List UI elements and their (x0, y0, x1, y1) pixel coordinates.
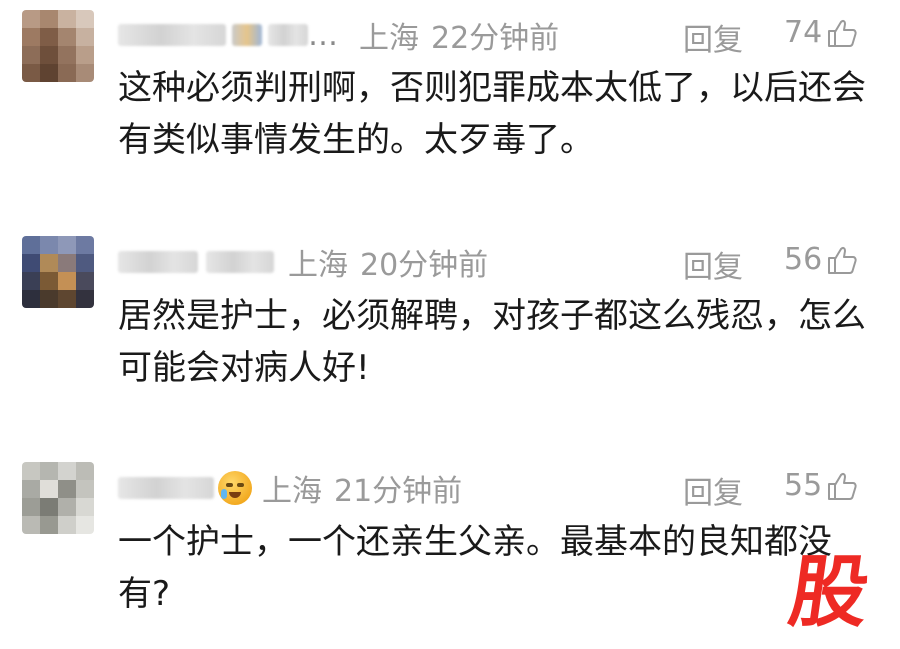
location-label: 上海 (359, 21, 419, 56)
watermark-logo: 股 (783, 548, 875, 638)
like-button[interactable]: 55 (784, 468, 858, 503)
avatar[interactable] (22, 462, 94, 534)
like-button[interactable]: 74 (784, 15, 858, 50)
timestamp: 21分钟前 (334, 474, 463, 509)
like-count: 55 (784, 468, 823, 503)
username-badge (232, 24, 262, 46)
like-button[interactable]: 56 (784, 242, 858, 277)
reply-button[interactable]: 回复 (683, 468, 743, 512)
reply-button[interactable]: 回复 (683, 242, 743, 286)
thumbs-up-icon (828, 246, 857, 274)
like-count: 74 (784, 15, 823, 50)
location-label: 上海 (288, 248, 348, 283)
like-count: 56 (784, 242, 823, 277)
username[interactable] (118, 477, 214, 499)
crying-laughing-emoji-icon (218, 471, 252, 505)
comment-meta: 上海 20分钟前 (118, 242, 489, 283)
avatar[interactable] (22, 10, 94, 82)
thumbs-up-icon (828, 19, 857, 47)
comment-meta: … 上海 22分钟前 (118, 15, 560, 56)
timestamp: 22分钟前 (431, 21, 560, 56)
comment-text: 一个护士，一个还亲生父亲。最基本的良知都没有? (118, 522, 832, 614)
username (268, 24, 308, 46)
username[interactable] (118, 24, 226, 46)
timestamp: 20分钟前 (360, 248, 489, 283)
thumbs-up-icon (828, 472, 857, 500)
location-label: 上海 (262, 474, 322, 509)
comment-meta: 上海 21分钟前 (118, 468, 463, 509)
comment-text: 居然是护士，必须解聘，对孩子都这么残忍，怎么可能会对病人好! (118, 296, 866, 388)
comment-text: 这种必须判刑啊，否则犯罪成本太低了，以后还会有类似事情发生的。太歹毒了。 (118, 68, 866, 160)
avatar[interactable] (22, 236, 94, 308)
username[interactable] (118, 251, 198, 273)
username (206, 251, 274, 273)
username-ellipsis: … (308, 17, 339, 53)
reply-button[interactable]: 回复 (683, 15, 743, 59)
